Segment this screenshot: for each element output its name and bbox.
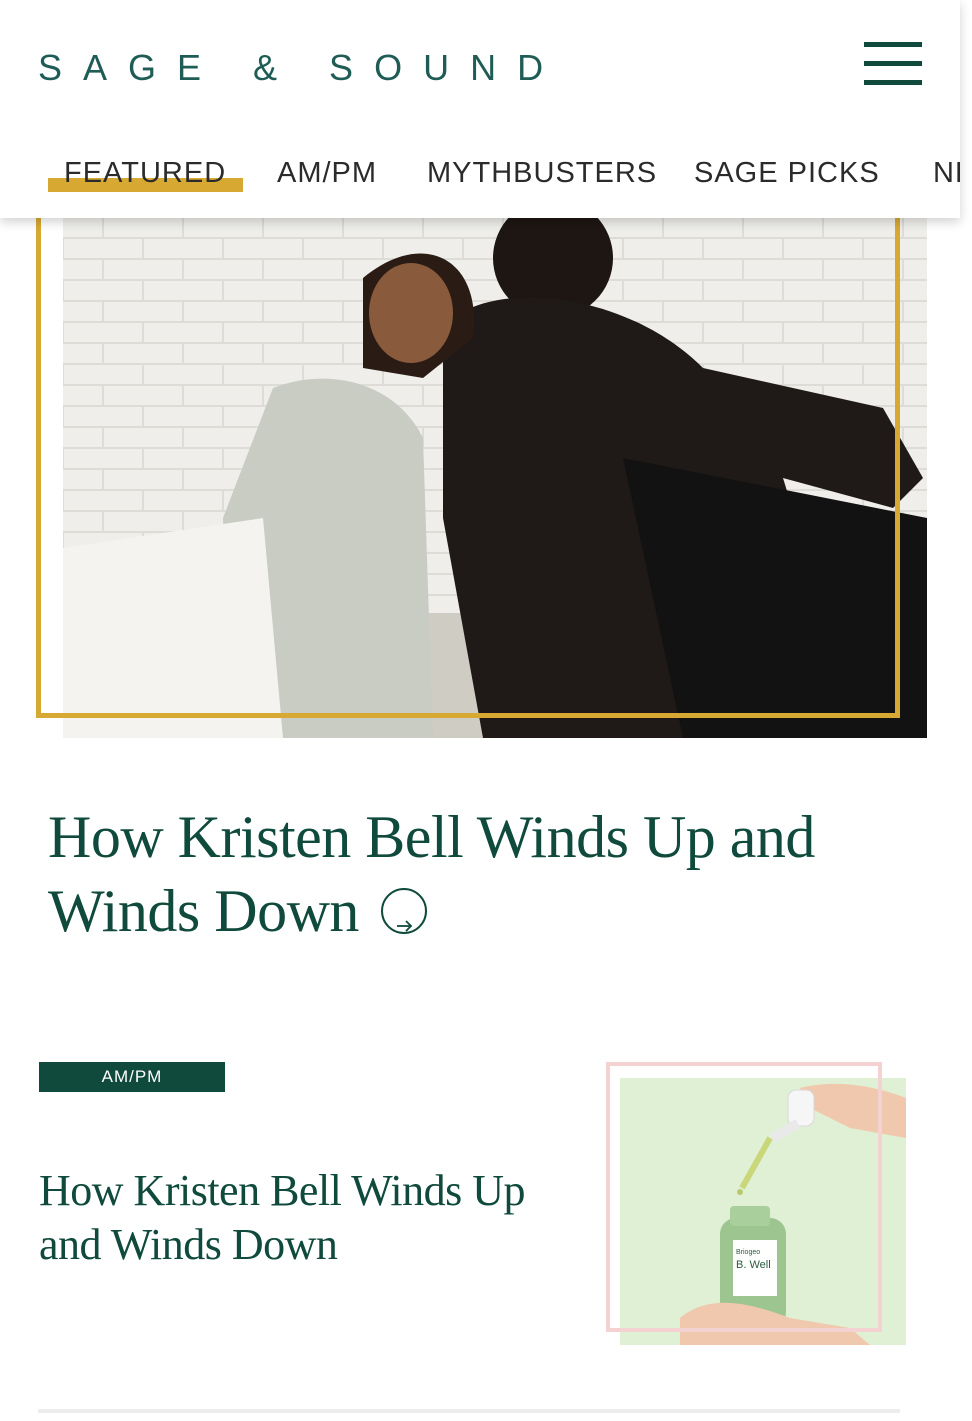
site-header: SAGE & SOUND FEATURED AM/PM MYTHBUSTERS … (0, 0, 960, 218)
hero-image[interactable] (63, 218, 927, 738)
article-title[interactable]: How Kristen Bell Winds Up and Winds Down (39, 1164, 559, 1272)
site-logo[interactable]: SAGE & SOUND (38, 48, 564, 88)
arrow-right-icon[interactable] (380, 888, 427, 935)
nav-label: FEATURED (64, 157, 227, 189)
category-nav: FEATURED AM/PM MYTHBUSTERS SAGE PICKS NE (0, 148, 960, 198)
nav-item-ampm[interactable]: AM/PM (277, 156, 377, 190)
section-divider (38, 1409, 900, 1413)
nav-item-more[interactable]: NE (933, 156, 960, 190)
nav-label: NE (933, 157, 960, 189)
menu-icon[interactable] (864, 42, 922, 86)
bottle-brand-text: Briogeo (736, 1249, 760, 1256)
nav-label: MYTHBUSTERS (427, 157, 658, 189)
nav-label: SAGE PICKS (694, 157, 880, 189)
category-badge[interactable]: AM/PM (39, 1062, 225, 1092)
nav-item-sage-picks[interactable]: SAGE PICKS (694, 156, 880, 190)
nav-item-featured[interactable]: FEATURED (48, 156, 243, 192)
nav-item-mythbusters[interactable]: MYTHBUSTERS (427, 156, 657, 190)
nav-label: AM/PM (277, 157, 378, 189)
bottle-product-text: B. Well (736, 1259, 771, 1271)
article-thumbnail[interactable]: Briogeo B. Well (620, 1078, 906, 1345)
hero-title[interactable]: How Kristen Bell Winds Up and Winds Down (48, 800, 868, 948)
